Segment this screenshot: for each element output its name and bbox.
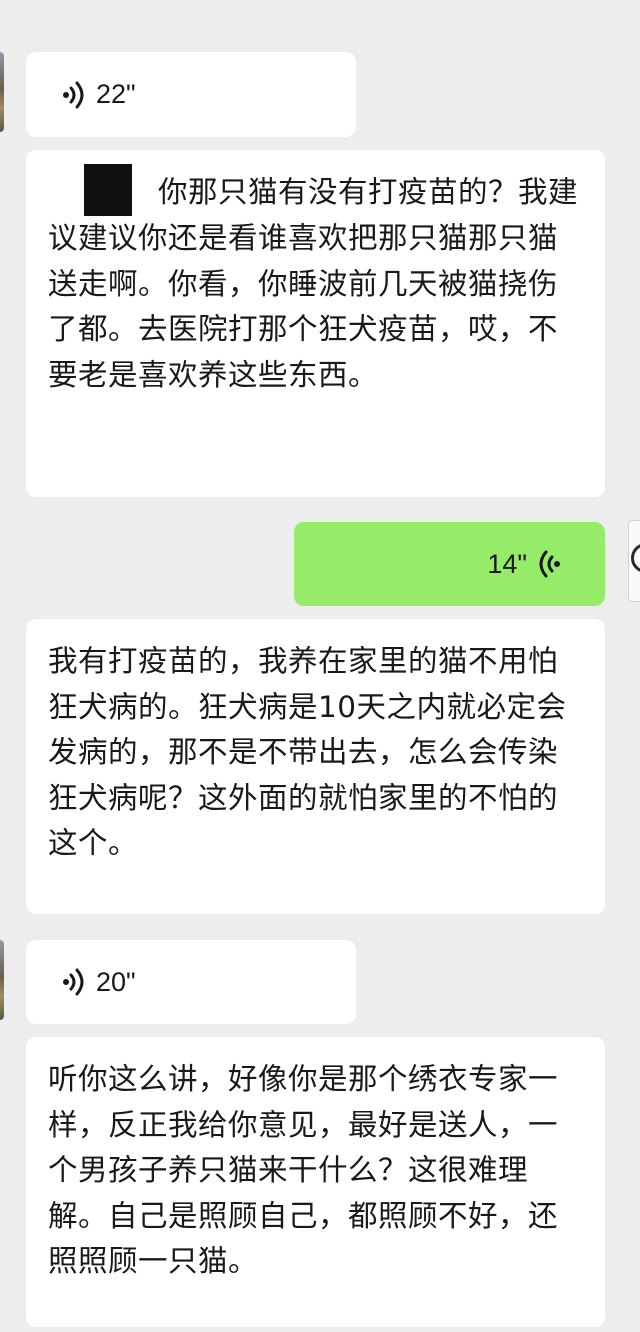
voice-wave-icon xyxy=(63,81,84,108)
text-message-bubble[interactable]: 我有打疫苗的，我养在家里的猫不用怕狂犬病的。狂犬病是10天之内就必定会发病的，那… xyxy=(26,619,605,914)
voice-wave-icon-mirrored xyxy=(539,550,560,578)
redaction-mark xyxy=(84,164,132,216)
voice-message[interactable]: 22" xyxy=(26,52,356,137)
voice-message[interactable]: 20" xyxy=(26,940,356,1024)
voice-message-bubble[interactable]: 20" xyxy=(26,940,356,1024)
voice-duration: 22" xyxy=(96,79,136,109)
voice-message[interactable]: 14" xyxy=(294,522,605,606)
message-text: 听你这么讲，好像你是那个绣衣专家一样，反正我给你意见，最好是送人，一个男孩子养只… xyxy=(48,1062,559,1278)
voice-duration: 14" xyxy=(487,548,527,579)
self-avatar[interactable] xyxy=(628,520,640,602)
text-message-bubble[interactable]: 你那只猫有没有打疫苗的？我建议建议你还是看谁喜欢把那只猫那只猫送走啊。你看，你睡… xyxy=(26,150,605,497)
voice-message-bubble-self[interactable]: 14" xyxy=(294,522,605,606)
voice-duration: 20" xyxy=(96,966,136,997)
voice-message-bubble[interactable]: 22" xyxy=(26,52,356,137)
contact-avatar[interactable] xyxy=(0,52,4,132)
text-message-bubble[interactable]: 听你这么讲，好像你是那个绣衣专家一样，反正我给你意见，最好是送人，一个男孩子养只… xyxy=(26,1037,605,1327)
voice-wave-icon xyxy=(63,968,84,996)
message-text: 我有打疫苗的，我养在家里的猫不用怕狂犬病的。狂犬病是10天之内就必定会发病的，那… xyxy=(48,644,567,860)
contact-avatar[interactable] xyxy=(0,940,4,1020)
